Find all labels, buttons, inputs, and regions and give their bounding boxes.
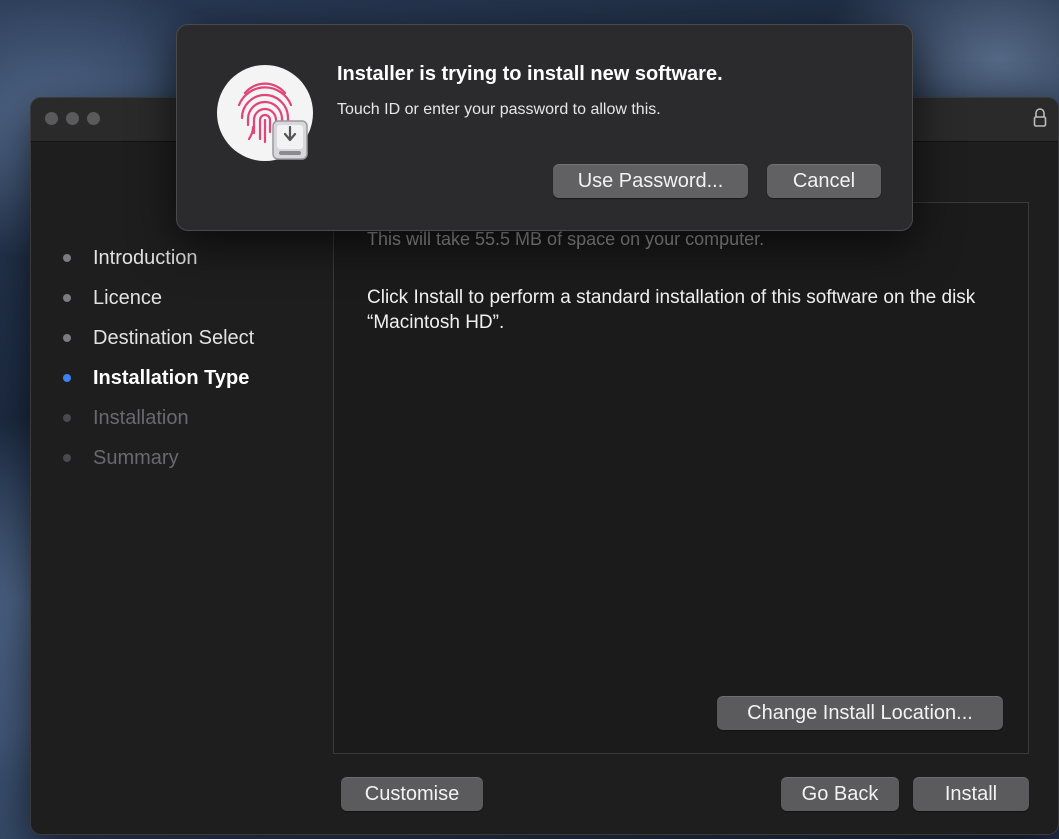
minimize-window-button[interactable]: [66, 112, 79, 125]
step-summary: Summary: [49, 438, 329, 478]
authentication-dialog: Installer is trying to install new softw…: [176, 24, 913, 231]
installer-steps-sidebar: Introduction Licence Destination Select …: [49, 238, 329, 478]
close-window-button[interactable]: [45, 112, 58, 125]
cancel-button[interactable]: Cancel: [767, 164, 881, 198]
step-dot: [63, 254, 71, 262]
step-licence: Licence: [49, 278, 329, 318]
step-dot: [63, 334, 71, 342]
lock-icon: [1033, 108, 1047, 127]
customise-button[interactable]: Customise: [341, 777, 483, 811]
step-dot: [63, 294, 71, 302]
go-back-button[interactable]: Go Back: [781, 777, 899, 811]
step-label: Summary: [93, 446, 179, 469]
step-label: Introduction: [93, 246, 198, 269]
step-dot-current: [63, 374, 71, 382]
space-required-text: This will take 55.5 MB of space on your …: [367, 229, 765, 249]
step-dot: [63, 454, 71, 462]
zoom-window-button[interactable]: [87, 112, 100, 125]
step-label: Installation Type: [93, 366, 250, 389]
install-button[interactable]: Install: [913, 777, 1029, 811]
step-label: Licence: [93, 286, 162, 309]
touch-id-fingerprint-icon: [217, 65, 313, 161]
step-dot: [63, 414, 71, 422]
installation-type-panel: This will take 55.5 MB of space on your …: [333, 202, 1029, 754]
use-password-button[interactable]: Use Password...: [553, 164, 748, 198]
auth-dialog-subtitle: Touch ID or enter your password to allow…: [337, 101, 661, 118]
step-label: Destination Select: [93, 326, 255, 349]
step-destination-select: Destination Select: [49, 318, 329, 358]
step-label: Installation: [93, 406, 189, 429]
step-installation: Installation: [49, 398, 329, 438]
change-install-location-button[interactable]: Change Install Location...: [717, 696, 1003, 730]
step-introduction: Introduction: [49, 238, 329, 278]
step-installation-type: Installation Type: [49, 358, 329, 398]
auth-dialog-title: Installer is trying to install new softw…: [337, 63, 723, 85]
install-instruction-text: Click Install to perform a standard inst…: [367, 287, 976, 333]
